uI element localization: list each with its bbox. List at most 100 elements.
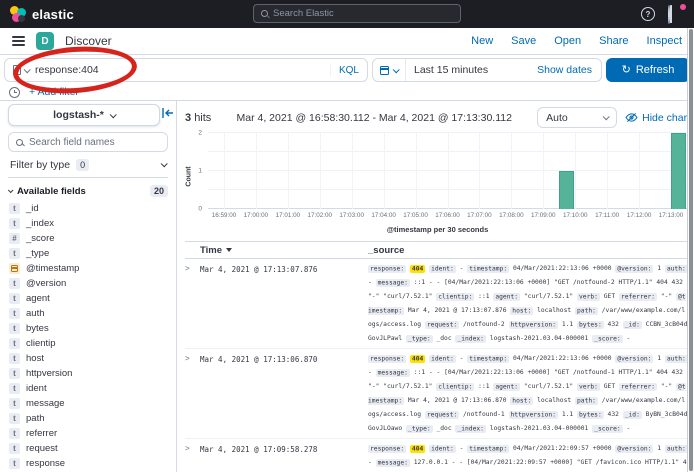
interval-select[interactable]: Auto (537, 107, 617, 128)
field-item-httpversion[interactable]: thttpversion (8, 366, 168, 381)
time-range-label[interactable]: Last 15 minutes (406, 64, 528, 76)
field-item-_score[interactable]: #_score (8, 231, 168, 246)
field-item-auth[interactable]: tauth (8, 306, 168, 321)
field-item-clientip[interactable]: tclientip (8, 336, 168, 351)
nav-action-save[interactable]: Save (511, 35, 536, 47)
source-field-badge: httpversion: (509, 411, 559, 419)
search-section: response:404 KQL Last 15 minutes Show da… (0, 55, 694, 101)
elastic-logo[interactable]: elastic (10, 6, 74, 22)
source-field-badge: referrer: (619, 383, 657, 391)
source-field-badge: auth: (665, 355, 688, 363)
v-gridline (256, 133, 257, 209)
nav-actions: New Save Open Share Inspect (471, 35, 682, 47)
filter-by-type[interactable]: Filter by type 0 (8, 152, 168, 178)
source-value: 1.1 (562, 411, 573, 418)
v-gridline (543, 133, 544, 209)
source-field-badge: message: (376, 459, 410, 467)
nav-action-open[interactable]: Open (554, 35, 581, 47)
field-item-_type[interactable]: t_type (8, 246, 168, 261)
nav-action-inspect[interactable]: Inspect (647, 35, 682, 47)
field-item-agent[interactable]: tagent (8, 291, 168, 306)
expand-doc-icon[interactable]: > (185, 442, 200, 472)
show-dates-link[interactable]: Show dates (528, 64, 601, 76)
field-item-bytes[interactable]: tbytes (8, 321, 168, 336)
add-filter-link[interactable]: + Add filter (29, 86, 79, 98)
expand-doc-icon[interactable]: > (185, 262, 200, 346)
query-language-button[interactable]: KQL (330, 65, 359, 76)
kibana-discover-screen: elastic Search Elastic ? D Discover NewS… (0, 0, 694, 472)
text-field-icon: t (9, 383, 20, 394)
search-icon (16, 139, 23, 146)
query-input[interactable]: response:404 KQL (4, 58, 368, 82)
source-value: Mar 4, 2021 @ 17:13:06.870 (408, 397, 507, 404)
source-value: - (460, 265, 464, 272)
available-fields-header[interactable]: Available fields 20 (8, 185, 168, 197)
collapse-sidebar-icon[interactable] (162, 107, 174, 119)
source-value: /notfound-2 (463, 321, 505, 328)
hide-chart-button[interactable]: Hide chart (625, 112, 690, 124)
source-field-badge: verb: (577, 383, 600, 391)
field-item-message[interactable]: tmessage (8, 396, 168, 411)
field-search-input[interactable]: Search field names (8, 132, 168, 152)
refresh-icon: ↻ (622, 65, 631, 76)
source-field-badge: _score: (592, 425, 623, 433)
histogram-bar[interactable] (671, 133, 686, 209)
field-item-_id[interactable]: t_id (8, 201, 168, 216)
field-item-referrer[interactable]: treferrer (8, 426, 168, 441)
highlighted-value: 404 (410, 355, 425, 363)
source-field-badge: request: (425, 321, 459, 329)
field-item-_index[interactable]: t_index (8, 216, 168, 231)
help-icon[interactable]: ? (641, 7, 655, 21)
source-value: logstash-2021.03.04-000001 (490, 335, 589, 342)
x-tick-label: 16:59:00 (212, 212, 237, 219)
time-column-header[interactable]: Time (200, 245, 368, 256)
source-field-badge: path: (575, 397, 598, 405)
field-item-host[interactable]: thost (8, 351, 168, 366)
field-name: httpversion (26, 368, 72, 379)
field-item-response[interactable]: tresponse (8, 456, 168, 471)
source-value: 04/Mar/2021:22:13:06 +0000 (513, 265, 612, 272)
nav-action-new[interactable]: New (471, 35, 493, 47)
field-item-request[interactable]: trequest (8, 441, 168, 456)
field-list: t_idt_index#_scoret_type@timestampt@vers… (8, 201, 168, 472)
saved-query-icon[interactable] (13, 65, 29, 75)
source-field-badge: _index: (455, 335, 486, 343)
source-value: "curl/7.52.1" (524, 293, 573, 300)
source-field-badge: @version: (615, 355, 653, 363)
source-value: - (627, 425, 631, 432)
user-avatar[interactable] (668, 6, 684, 22)
scrollbar-thumb[interactable] (689, 29, 693, 471)
document-table: Time _source >Mar 4, 2021 @ 17:13:07.876… (185, 241, 690, 472)
field-item-@version[interactable]: t@version (8, 276, 168, 291)
chevron-down-icon (161, 160, 168, 167)
calendar-button[interactable] (373, 59, 406, 81)
field-item-@timestamp[interactable]: @timestamp (8, 261, 168, 276)
text-field-icon: t (9, 278, 20, 289)
nav-action-share[interactable]: Share (599, 35, 628, 47)
v-gridline (639, 133, 640, 209)
histogram-yticks: 012 (193, 133, 204, 209)
source-field-badge: referrer: (619, 293, 657, 301)
menu-icon[interactable] (12, 36, 25, 46)
expand-doc-icon[interactable]: > (185, 352, 200, 436)
app-badge[interactable]: D (36, 32, 54, 50)
source-field-badge: message: (376, 279, 410, 287)
recent-filters-icon[interactable] (9, 87, 20, 98)
histogram-bar[interactable] (559, 171, 574, 209)
doc-source: response: 404 ident: - timestamp: 04/Mar… (368, 352, 690, 436)
field-name: referrer (26, 428, 57, 439)
refresh-button[interactable]: ↻ Refresh (606, 58, 690, 82)
source-field-badge: response: (368, 355, 406, 363)
global-search-input[interactable]: Search Elastic (253, 4, 461, 23)
source-field-badge: _type: (406, 425, 433, 433)
highlighted-value: 404 (410, 265, 425, 273)
doc-row: >Mar 4, 2021 @ 17:09:58.278response: 404… (185, 439, 690, 472)
field-item-path[interactable]: tpath (8, 411, 168, 426)
source-field-badge: agent: (493, 383, 520, 391)
index-pattern-selector[interactable]: logstash-* (8, 104, 160, 126)
doc-source: response: 404 ident: - timestamp: 04/Mar… (368, 262, 690, 346)
content: logstash-* Search field names Filter by … (0, 101, 694, 472)
scrollbar[interactable] (687, 28, 694, 472)
query-text[interactable]: response:404 (35, 64, 99, 76)
field-item-ident[interactable]: tident (8, 381, 168, 396)
